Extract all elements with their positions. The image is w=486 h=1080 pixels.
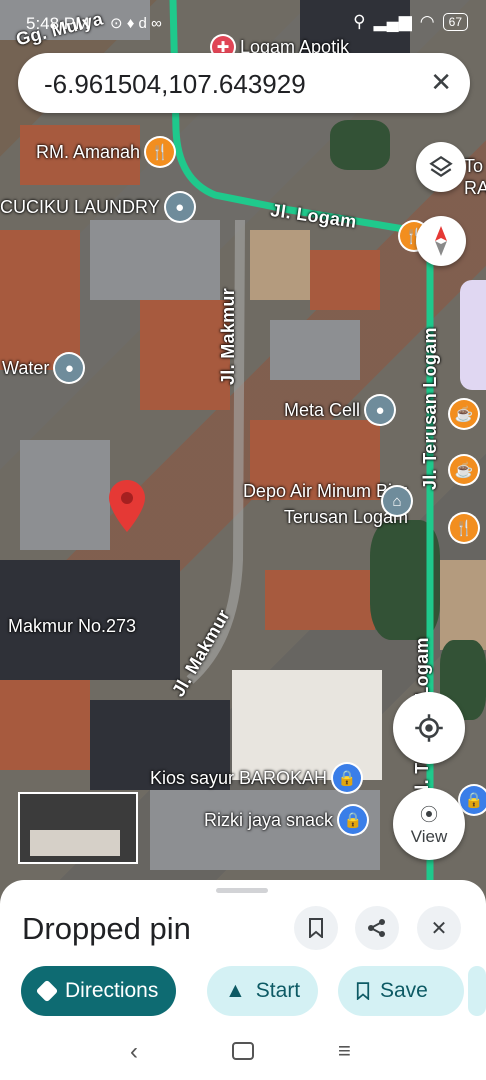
shopping-icon[interactable]: 🔒 (460, 786, 486, 814)
start-label: Start (255, 979, 301, 1002)
search-bar[interactable]: -6.961504,107.643929 ✕ (18, 53, 470, 113)
side-panel-thumbnail[interactable] (460, 280, 486, 390)
poi-label: Water (2, 357, 50, 378)
compass-button[interactable] (416, 216, 466, 266)
save-label: Save (380, 979, 428, 1002)
cafe-icon[interactable]: ☕ (450, 456, 478, 484)
view-label: View (410, 827, 448, 846)
layers-icon (429, 155, 453, 177)
compass-icon (435, 226, 447, 256)
location-icon: ⚲ (353, 12, 366, 31)
poi-to-ra[interactable]: To RA (464, 155, 486, 199)
wifi-icon: ◠ (419, 12, 435, 31)
poi-kios-sayur-barokah[interactable]: Kios sayur BAROKAH 🔒 (150, 764, 362, 792)
share-icon (368, 919, 385, 937)
shopping-icon: 🔒 (333, 764, 362, 792)
poi-water[interactable]: Water ● (2, 354, 84, 382)
camera-icon: ⦿ (420, 805, 438, 825)
close-icon: ✕ (430, 917, 448, 940)
poi-label: Makmur No.273 (8, 616, 137, 636)
system-nav-bar: ‹ ≡ (0, 1030, 486, 1080)
poi-rm-amanah[interactable]: RM. Amanah 🍴 (36, 138, 175, 166)
save-button[interactable]: Save (338, 966, 464, 1016)
search-query[interactable]: -6.961504,107.643929 (44, 69, 306, 100)
place-icon: ● (366, 396, 395, 424)
signal-icon: ▂▄▆ (373, 12, 412, 31)
recents-icon[interactable]: ≡ (338, 1038, 351, 1064)
directions-label: Directions (65, 979, 159, 1002)
sheet-handle[interactable] (216, 888, 268, 893)
dropped-pin-icon[interactable] (109, 480, 145, 532)
my-location-button[interactable] (393, 692, 465, 764)
poi-label: CUCIKU LAUNDRY (0, 196, 160, 217)
close-sheet-button[interactable]: ✕ (417, 906, 461, 950)
poi-depo-air-minum[interactable]: Depo Air Minum Biru Terusan Logam (188, 478, 408, 530)
poi-meta-cell[interactable]: Meta Cell ● (284, 396, 395, 424)
poi-rizki-jaya-snack[interactable]: Rizki jaya snack 🔒 (204, 806, 368, 834)
status-bar: 5:48 PM ⊙ ♦ d ∞ ⚲ ▂▄▆ ◠ 67 (0, 0, 486, 42)
poi-label: Rizki jaya snack (204, 809, 334, 830)
poi-makmur-273[interactable]: Makmur No.273 (8, 616, 136, 637)
shopping-icon: 🔒 (339, 806, 368, 834)
home-icon[interactable] (232, 1042, 254, 1060)
more-chip[interactable] (468, 966, 486, 1016)
directions-icon (35, 979, 59, 1003)
layers-button[interactable] (416, 142, 466, 192)
status-right: ⚲ ▂▄▆ ◠ 67 (353, 12, 468, 32)
sheet-title: Dropped pin (22, 911, 191, 946)
view-button[interactable]: ⦿ View (393, 788, 465, 860)
status-indicators: ⊙ ♦ d ∞ (110, 15, 162, 32)
street-view-preview (30, 830, 120, 856)
bookmark-icon (309, 918, 323, 938)
bank-icon: ⌂ (383, 487, 411, 515)
start-button[interactable]: ▲ Start (207, 966, 319, 1016)
street-view-thumbnail[interactable] (18, 792, 138, 864)
bookmark-icon (356, 982, 370, 1000)
cafe-icon[interactable]: ☕ (450, 400, 478, 428)
road-label-jl-terusan-logam: Jl. Terusan Logam (420, 327, 440, 490)
my-location-icon (415, 714, 443, 742)
bookmark-button[interactable] (294, 906, 338, 950)
poi-label: Meta Cell (284, 399, 361, 420)
poi-label: RM. Amanah (36, 141, 141, 162)
directions-button[interactable]: Directions (21, 966, 177, 1016)
place-icon: ● (55, 354, 84, 382)
restaurant-icon: 🍴 (146, 138, 175, 166)
battery-indicator: 67 (442, 13, 468, 31)
place-icon: ● (165, 193, 194, 221)
share-button[interactable] (355, 906, 399, 950)
close-icon[interactable]: ✕ (430, 67, 452, 98)
restaurant-icon[interactable]: 🍴 (450, 514, 478, 542)
poi-label: To RA (464, 156, 486, 198)
road-label-jl-makmur: Jl. Makmur (218, 287, 238, 385)
status-time: 5:48 PM (26, 14, 90, 33)
poi-label: Kios sayur BAROKAH (150, 767, 328, 788)
back-icon[interactable]: ‹ (130, 1038, 138, 1066)
navigation-arrow-icon: ▲ (225, 979, 246, 1002)
poi-cuciku-laundry[interactable]: CUCIKU LAUNDRY ● (0, 193, 194, 221)
